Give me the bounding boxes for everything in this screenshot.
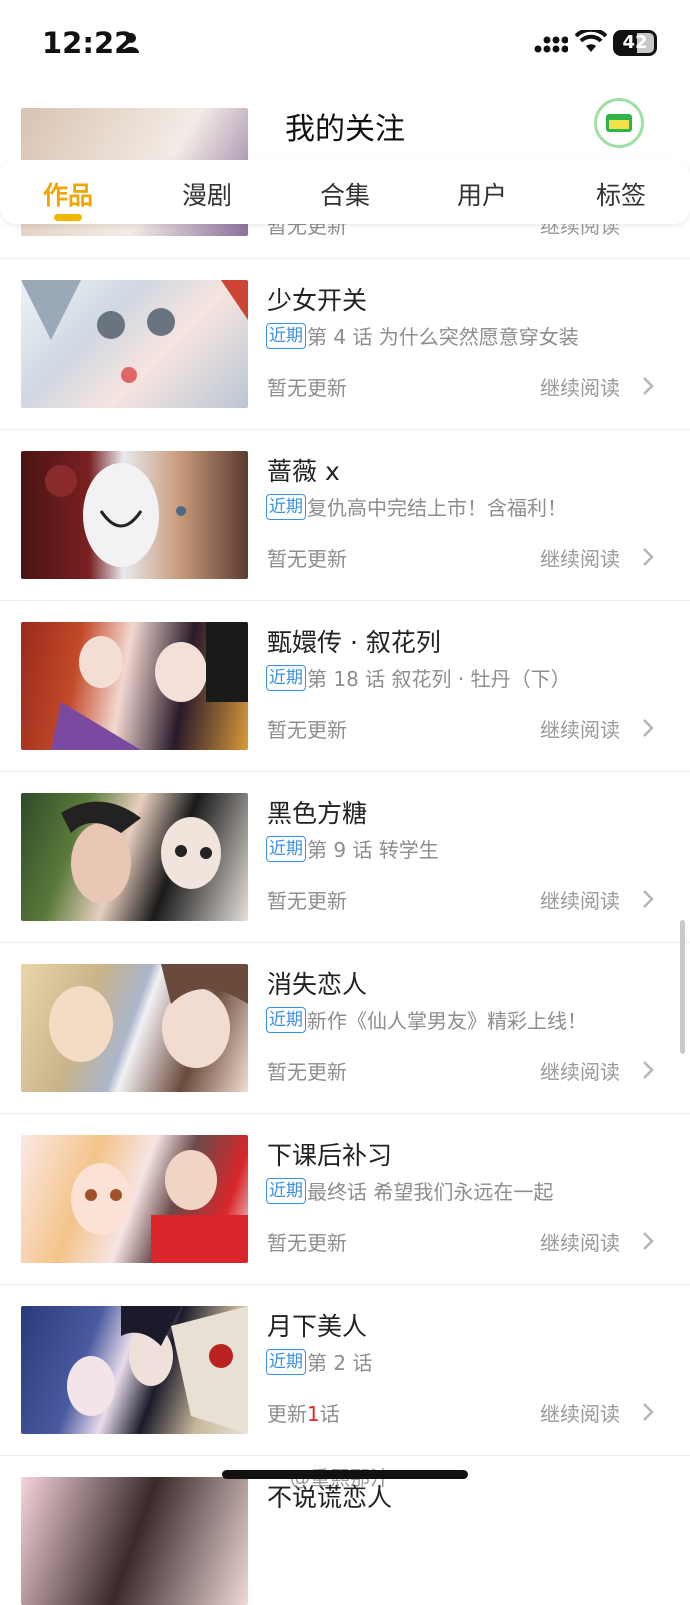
continue-reading-button[interactable]: 继续阅读 bbox=[540, 885, 620, 914]
latest-chapter: 第 18 话 叙花列 · 牡丹（下） bbox=[307, 667, 571, 691]
comic-title: 黑色方糖 bbox=[267, 799, 368, 828]
chevron-right-icon[interactable] bbox=[640, 374, 656, 398]
chevron-right-icon[interactable] bbox=[640, 716, 656, 740]
recent-tag: 近期 bbox=[266, 1007, 306, 1033]
continue-reading-button[interactable]: 继续阅读 bbox=[540, 1398, 620, 1427]
update-status: 暂无更新 bbox=[267, 1060, 347, 1084]
battery-level: 42 bbox=[622, 32, 648, 53]
update-status: 暂无更新 bbox=[267, 718, 347, 742]
comic-cover[interactable] bbox=[21, 1306, 248, 1434]
recent-tag: 近期 bbox=[266, 494, 306, 520]
update-status: 暂无更新 bbox=[267, 547, 347, 571]
chevron-right-icon[interactable] bbox=[640, 1058, 656, 1082]
chevron-right-icon[interactable] bbox=[640, 1400, 656, 1424]
update-status: 暂无更新 bbox=[267, 1231, 347, 1255]
recent-tag: 近期 bbox=[266, 323, 306, 349]
tab-tags[interactable]: 标签 bbox=[596, 176, 646, 212]
comic-cover[interactable] bbox=[21, 451, 248, 579]
latest-chapter: 复仇高中完结上市！含福利！ bbox=[307, 496, 567, 520]
list-item[interactable]: 少女开关 近期 第 4 话 为什么突然愿意穿女装 暂无更新 继续阅读 bbox=[0, 259, 690, 430]
list-item[interactable]: 黑色方糖 近期 第 9 话 转学生 暂无更新 继续阅读 bbox=[0, 772, 690, 943]
status-time: 12:22 bbox=[42, 26, 135, 60]
tab-bar: 作品 漫剧 合集 用户 标签 bbox=[0, 160, 690, 224]
battery-icon: 42 bbox=[613, 30, 657, 56]
chevron-right-icon[interactable] bbox=[640, 1229, 656, 1253]
comic-title: 蔷薇 x bbox=[267, 457, 340, 486]
reward-badge-icon[interactable] bbox=[594, 98, 644, 148]
latest-chapter: 第 4 话 为什么突然愿意穿女装 bbox=[307, 325, 579, 349]
home-indicator[interactable] bbox=[222, 1470, 468, 1479]
latest-chapter: 最终话 希望我们永远在一起 bbox=[307, 1180, 554, 1204]
list-item[interactable]: 甄嬛传 · 叙花列 近期 第 18 话 叙花列 · 牡丹（下） 暂无更新 继续阅… bbox=[0, 601, 690, 772]
recent-tag: 近期 bbox=[266, 836, 306, 862]
continue-reading-button[interactable]: 继续阅读 bbox=[540, 543, 620, 572]
latest-chapter: 第 2 话 bbox=[307, 1351, 373, 1375]
list-item[interactable]: 蔷薇 x 近期 复仇高中完结上市！含福利！ 暂无更新 继续阅读 bbox=[0, 430, 690, 601]
comic-cover[interactable] bbox=[21, 793, 248, 921]
tab-indicator bbox=[54, 214, 82, 221]
comic-cover[interactable] bbox=[21, 280, 248, 408]
comic-cover[interactable] bbox=[21, 964, 248, 1092]
comic-cover[interactable] bbox=[21, 1135, 248, 1263]
scrollbar[interactable] bbox=[680, 920, 685, 1054]
latest-chapter: 新作《仙人掌男友》精彩上线！ bbox=[307, 1009, 587, 1033]
comic-title: 消失恋人 bbox=[267, 970, 368, 999]
chevron-right-icon[interactable] bbox=[640, 545, 656, 569]
comic-title: 下课后补习 bbox=[267, 1141, 393, 1170]
latest-chapter: 第 9 话 转学生 bbox=[307, 838, 439, 862]
tab-collections[interactable]: 合集 bbox=[320, 176, 370, 212]
chevron-right-icon[interactable] bbox=[640, 887, 656, 911]
comic-title: 月下美人 bbox=[267, 1312, 368, 1341]
update-count: 1 bbox=[307, 1402, 320, 1426]
wifi-icon bbox=[575, 30, 607, 52]
continue-reading-button[interactable]: 继续阅读 bbox=[540, 372, 620, 401]
continue-reading-button[interactable]: 继续阅读 bbox=[540, 714, 620, 743]
tab-users[interactable]: 用户 bbox=[457, 176, 507, 212]
follow-list: 暂无更新 继续阅读 少女开关 近期 第 4 话 为什么突然愿意穿女装 暂无更新 … bbox=[0, 108, 690, 1605]
recent-tag: 近期 bbox=[266, 665, 306, 691]
continue-reading-button[interactable]: 继续阅读 bbox=[540, 1227, 620, 1256]
list-item[interactable]: 下课后补习 近期 最终话 希望我们永远在一起 暂无更新 继续阅读 bbox=[0, 1114, 690, 1285]
continue-reading-button[interactable]: 继续阅读 bbox=[540, 1056, 620, 1085]
update-status: 更新1话 bbox=[267, 1402, 340, 1426]
list-item[interactable]: 消失恋人 近期 新作《仙人掌男友》精彩上线！ 暂无更新 继续阅读 bbox=[0, 943, 690, 1114]
person-icon bbox=[123, 33, 139, 53]
comic-title: 甄嬛传 · 叙花列 bbox=[267, 628, 441, 657]
comic-title: 少女开关 bbox=[267, 286, 368, 315]
comic-cover[interactable] bbox=[21, 1477, 248, 1605]
recent-tag: 近期 bbox=[266, 1349, 306, 1375]
tab-works[interactable]: 作品 bbox=[43, 176, 93, 212]
recent-tag: 近期 bbox=[266, 1178, 306, 1204]
comic-cover[interactable] bbox=[21, 622, 248, 750]
update-status: 暂无更新 bbox=[267, 376, 347, 400]
update-status: 暂无更新 bbox=[267, 889, 347, 913]
status-bar: 12:22 42 bbox=[0, 0, 690, 88]
list-item[interactable]: 月下美人 近期 第 2 话 更新1话 继续阅读 bbox=[0, 1285, 690, 1456]
signal-icon bbox=[534, 36, 568, 53]
tab-comic-drama[interactable]: 漫剧 bbox=[182, 176, 232, 212]
